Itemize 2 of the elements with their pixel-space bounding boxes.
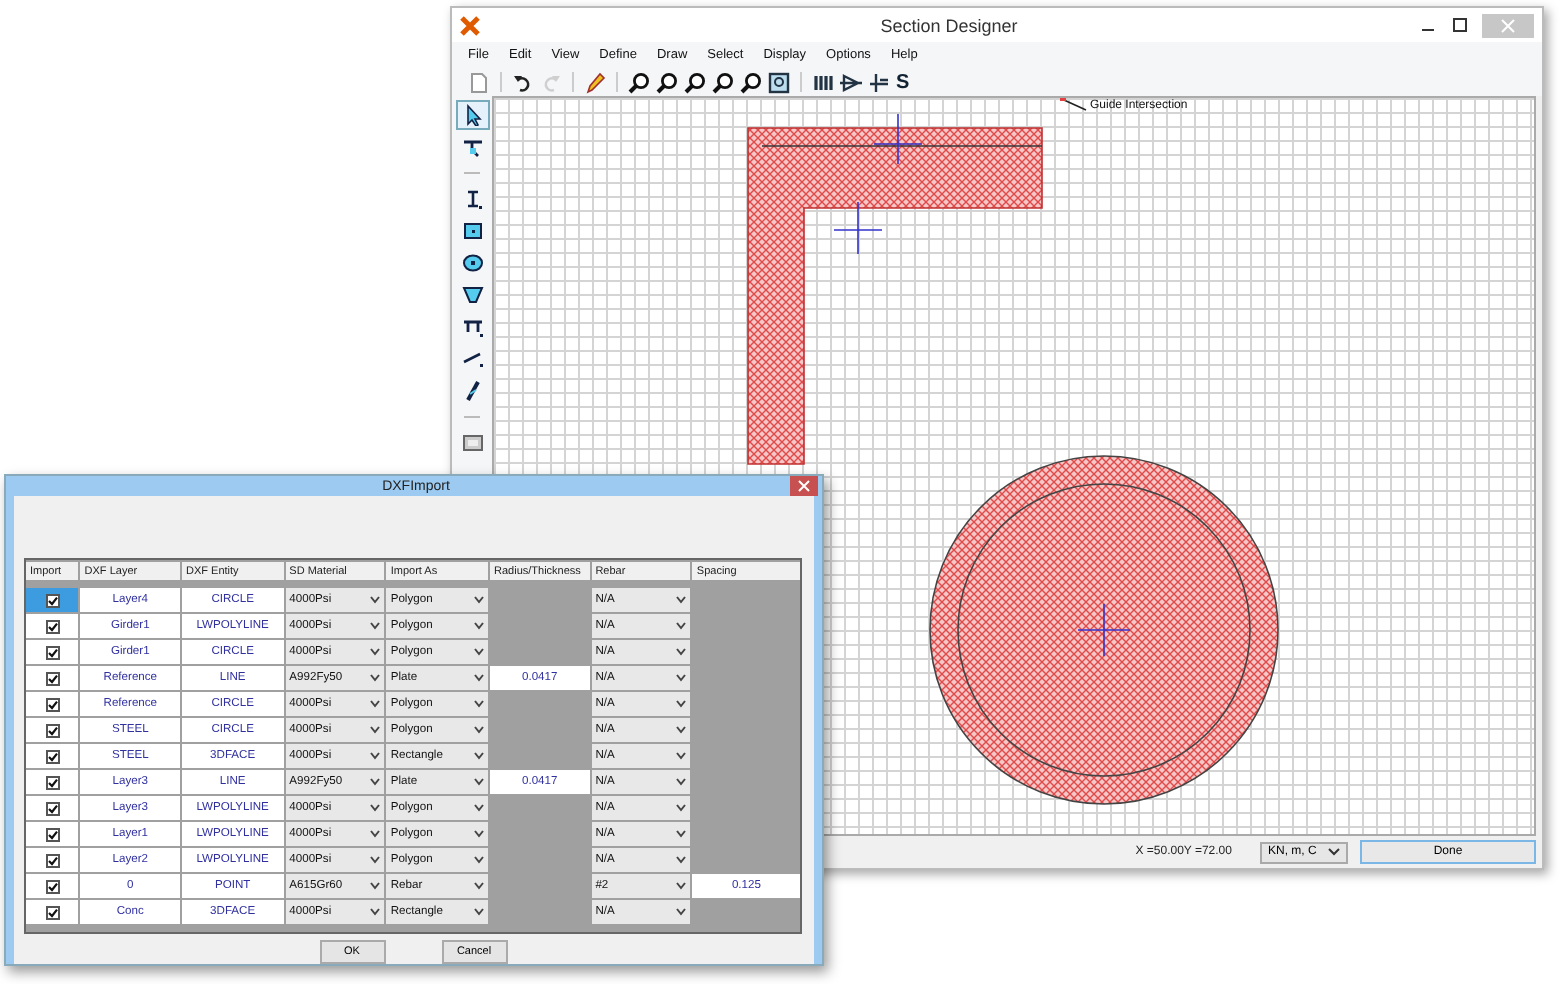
section-tool-button[interactable]: S — [896, 71, 910, 93]
window-title: Section Designer — [878, 15, 1020, 35]
